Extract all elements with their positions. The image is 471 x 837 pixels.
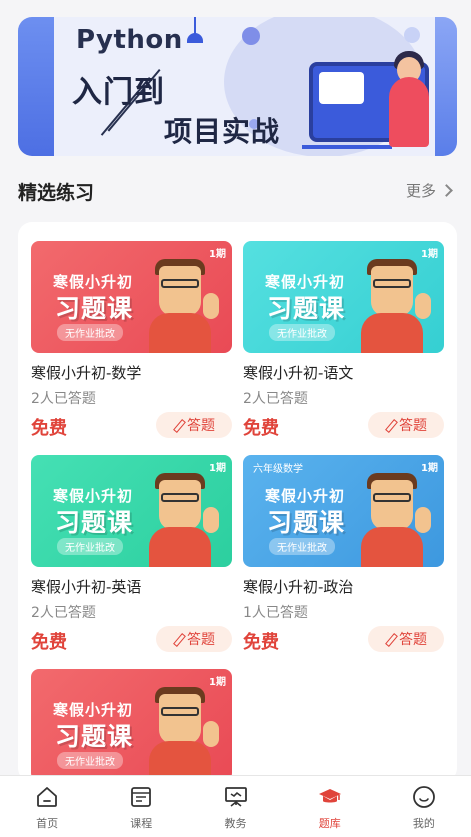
thumbnail-subtitle: 习题课 <box>267 294 346 323</box>
price-label: 免费 <box>31 418 67 439</box>
answer-count: 2人已答题 <box>31 391 96 407</box>
tab-home[interactable]: 首页 <box>0 776 94 837</box>
thumbnail-subtitle: 习题课 <box>55 294 134 323</box>
thumbnail-pill: 无作业批改 <box>57 324 123 341</box>
answer-button[interactable]: 答题 <box>156 626 232 652</box>
issue-tag: 1期 <box>209 249 226 260</box>
thumbnail-pill: 无作业批改 <box>269 324 335 341</box>
thumbnail-subtitle: 习题课 <box>55 722 134 751</box>
pencil-icon <box>385 634 396 645</box>
practice-card[interactable]: 1期 寒假小升初 习题课 无作业批改 <box>31 669 232 781</box>
banner-title-line-2: 项目实战 <box>164 115 281 148</box>
course-icon <box>131 787 152 807</box>
pencil-icon <box>173 634 184 645</box>
tab-label: 首页 <box>36 817 59 830</box>
answer-button[interactable]: 答题 <box>368 626 444 652</box>
practice-name: 寒假小升初-数学 <box>31 364 142 382</box>
issue-tag: 1期 <box>421 463 438 474</box>
section-title: 精选练习 <box>18 182 95 204</box>
practice-card[interactable]: 1期 寒假小升初 习题课 无作业批改 寒假小升初-数学 2人已答题 免费 答题 <box>31 241 232 439</box>
chevron-right-icon <box>440 184 453 197</box>
practice-name: 寒假小升初-语文 <box>243 364 354 382</box>
grade-label: 六年级数学 <box>253 464 303 475</box>
answer-button-label: 答题 <box>187 418 215 434</box>
practice-thumbnail[interactable]: 1期 寒假小升初 习题课 无作业批改 <box>31 669 232 781</box>
price-label: 免费 <box>243 418 279 439</box>
more-link[interactable]: 更多 <box>405 180 453 201</box>
thumbnail-pill: 无作业批改 <box>57 752 123 769</box>
practice-thumbnail[interactable]: 1期 寒假小升初 习题课 无作业批改 <box>243 241 444 353</box>
practice-name: 寒假小升初-英语 <box>31 578 142 596</box>
banner-edge-left <box>18 17 54 156</box>
banner-artwork: Python 入门到 项目实战 <box>54 17 435 156</box>
thumbnail-subtitle: 习题课 <box>267 508 346 537</box>
banner-edge-right <box>435 17 457 156</box>
banner-title-line-1: 入门到 <box>72 75 165 110</box>
practice-thumbnail[interactable]: 1期 寒假小升初 习题课 无作业批改 <box>31 241 232 353</box>
practice-card[interactable]: 1期 寒假小升初 习题课 无作业批改 寒假小升初-英语 2人已答题 免费 答题 <box>31 455 232 653</box>
practice-name: 寒假小升初-政治 <box>243 578 354 596</box>
tab-label: 教务 <box>224 817 247 830</box>
practice-list: 1期 寒假小升初 习题课 无作业批改 寒假小升初-数学 2人已答题 免费 答题 … <box>18 222 457 782</box>
more-label: 更多 <box>405 182 436 200</box>
smiley-icon <box>413 786 435 808</box>
answer-count: 2人已答题 <box>31 605 96 621</box>
practice-thumbnail[interactable]: 六年级数学 1期 寒假小升初 习题课 无作业批改 <box>243 455 444 567</box>
pencil-icon <box>385 420 396 431</box>
price-label: 免费 <box>243 632 279 653</box>
issue-tag: 1期 <box>209 463 226 474</box>
practice-card[interactable]: 1期 寒假小升初 习题课 无作业批改 寒假小升初-语文 2人已答题 免费 答题 <box>243 241 444 439</box>
board-icon <box>224 787 247 807</box>
tab-mine[interactable]: 我的 <box>377 776 471 837</box>
answer-button[interactable]: 答题 <box>368 412 444 438</box>
home-icon <box>37 787 57 807</box>
tab-course[interactable]: 课程 <box>94 776 188 837</box>
tab-question-bank[interactable]: 题库 <box>283 776 377 837</box>
banner-title-python: Python <box>76 25 183 55</box>
answer-count: 2人已答题 <box>243 391 308 407</box>
tab-label: 课程 <box>130 817 153 830</box>
issue-tag: 1期 <box>209 677 226 688</box>
answer-button-label: 答题 <box>187 632 215 648</box>
price-label: 免费 <box>31 632 67 653</box>
tab-label: 题库 <box>318 817 341 830</box>
answer-count: 1人已答题 <box>243 605 308 621</box>
answer-button-label: 答题 <box>399 418 427 434</box>
thumbnail-pill: 无作业批改 <box>57 538 123 555</box>
graduation-cap-icon <box>318 789 341 803</box>
pencil-icon <box>173 420 184 431</box>
thumbnail-subtitle: 习题课 <box>55 508 134 537</box>
tab-label: 我的 <box>412 817 435 830</box>
answer-button[interactable]: 答题 <box>156 412 232 438</box>
bottom-tab-bar: 首页 课程 教务 题库 我的 <box>0 775 471 837</box>
promo-banner[interactable]: Python 入门到 项目实战 <box>18 17 457 156</box>
thumbnail-pill: 无作业批改 <box>269 538 335 555</box>
practice-card[interactable]: 六年级数学 1期 寒假小升初 习题课 无作业批改 寒假小升初-政治 1人已答题 … <box>243 455 444 653</box>
answer-button-label: 答题 <box>399 632 427 648</box>
issue-tag: 1期 <box>421 249 438 260</box>
tab-academic[interactable]: 教务 <box>188 776 282 837</box>
practice-thumbnail[interactable]: 1期 寒假小升初 习题课 无作业批改 <box>31 455 232 567</box>
